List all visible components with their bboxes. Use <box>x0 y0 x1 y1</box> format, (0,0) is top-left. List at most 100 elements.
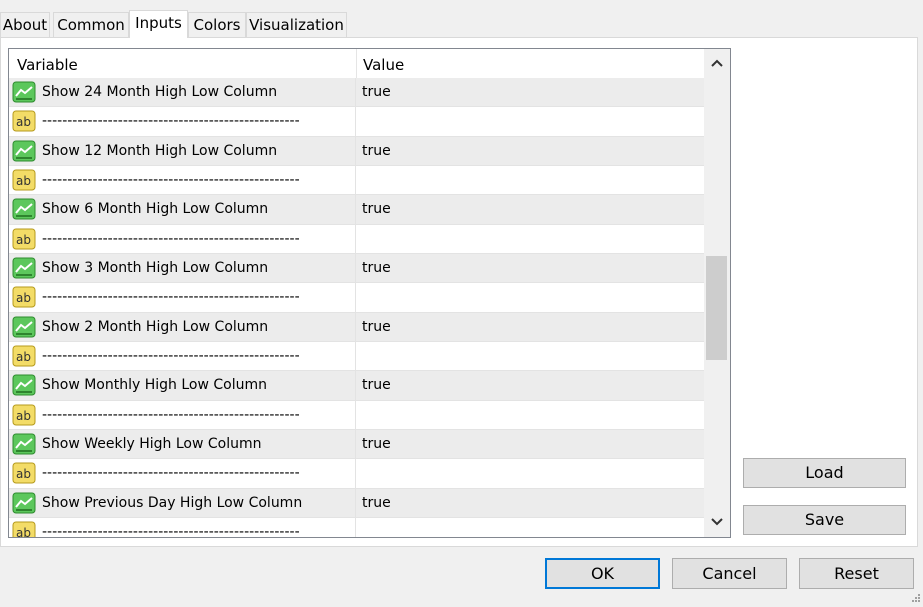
header-variable[interactable]: Variable <box>9 49 356 78</box>
variable-cell[interactable]: Show 2 Month High Low Column <box>9 312 356 341</box>
ab-text-icon: ab <box>12 286 36 308</box>
value-cell[interactable]: true <box>362 195 391 224</box>
input-row-separator[interactable]: ab --------------------------------------… <box>9 283 704 313</box>
value-cell[interactable]: true <box>362 430 391 459</box>
tab-colors[interactable]: Colors <box>188 12 246 37</box>
input-row-separator[interactable]: ab --------------------------------------… <box>9 400 704 430</box>
variable-cell[interactable]: Show Previous Day High Low Column <box>9 488 356 517</box>
grid-rows: Show 24 Month High Low Column true ab -----… <box>9 78 704 538</box>
tab-strip: About Common Inputs Colors Visualization <box>0 10 923 38</box>
variable-cell[interactable]: Show 6 Month High Low Column <box>9 195 356 224</box>
variable-cell[interactable]: Show Weekly High Low Column <box>9 429 356 459</box>
input-row-bool[interactable]: Show 6 Month High Low Column true <box>9 195 704 225</box>
variable-label: Show 2 Month High Low Column <box>42 318 269 335</box>
load-button[interactable]: Load <box>743 458 906 488</box>
cancel-button[interactable]: Cancel <box>672 558 787 589</box>
variable-cell[interactable]: ab --------------------------------------… <box>9 517 356 538</box>
variable-label: ----------------------------------------… <box>42 289 300 306</box>
variable-cell[interactable]: ab --------------------------------------… <box>9 224 356 253</box>
input-row-separator[interactable]: ab --------------------------------------… <box>9 224 704 254</box>
variable-cell[interactable]: ab --------------------------------------… <box>9 165 356 195</box>
ok-button[interactable]: OK <box>545 558 660 589</box>
variable-cell[interactable]: ab --------------------------------------… <box>9 107 356 136</box>
svg-text:ab: ab <box>16 526 31 538</box>
resize-grip-icon[interactable] <box>911 588 921 602</box>
variable-label: ----------------------------------------… <box>42 113 300 130</box>
value-cell[interactable]: true <box>362 78 391 107</box>
input-row-separator[interactable]: ab --------------------------------------… <box>9 341 704 372</box>
variable-label: ----------------------------------------… <box>42 347 300 364</box>
svg-text:ab: ab <box>16 409 31 423</box>
input-row-bool[interactable]: Show Previous Day High Low Column true <box>9 488 704 518</box>
variable-label: ----------------------------------------… <box>42 523 300 538</box>
ab-text-icon: ab <box>12 345 36 367</box>
ab-text-icon: ab <box>12 228 36 250</box>
tab-visualization[interactable]: Visualization <box>246 12 347 37</box>
variable-cell[interactable]: ab --------------------------------------… <box>9 459 356 488</box>
variable-cell[interactable]: ab --------------------------------------… <box>9 400 356 429</box>
svg-text:ab: ab <box>16 115 31 129</box>
input-row-separator[interactable]: ab --------------------------------------… <box>9 165 704 196</box>
svg-text:ab: ab <box>16 350 31 364</box>
chart-line-icon <box>12 257 36 279</box>
input-row-bool[interactable]: Show 3 Month High Low Column true <box>9 253 704 284</box>
variable-cell[interactable]: Show 12 Month High Low Column <box>9 136 356 165</box>
input-row-bool[interactable]: Show Weekly High Low Column true <box>9 429 704 460</box>
value-cell[interactable]: true <box>362 489 391 518</box>
variable-cell[interactable]: Show 24 Month High Low Column <box>9 78 356 107</box>
svg-text:ab: ab <box>16 467 31 481</box>
ab-text-icon: ab <box>12 462 36 484</box>
svg-text:ab: ab <box>16 291 31 305</box>
variable-label: Show 3 Month High Low Column <box>42 259 269 276</box>
input-row-separator[interactable]: ab --------------------------------------… <box>9 459 704 489</box>
variable-label: ----------------------------------------… <box>42 406 300 423</box>
value-cell[interactable]: true <box>362 313 391 342</box>
input-row-bool[interactable]: Show 12 Month High Low Column true <box>9 136 704 166</box>
variable-label: Show 12 Month High Low Column <box>42 142 278 159</box>
header-value[interactable]: Value <box>356 49 704 78</box>
variable-cell[interactable]: ab --------------------------------------… <box>9 341 356 371</box>
tab-common[interactable]: Common <box>53 12 129 37</box>
scrollbar-thumb[interactable] <box>706 256 727 360</box>
variable-label: ----------------------------------------… <box>42 171 300 188</box>
reset-button[interactable]: Reset <box>799 558 914 589</box>
chart-line-icon <box>12 316 36 338</box>
value-cell[interactable]: true <box>362 254 391 283</box>
tab-inputs[interactable]: Inputs <box>129 10 188 38</box>
scroll-down-icon[interactable] <box>704 509 730 535</box>
chart-line-icon <box>12 198 36 220</box>
variable-label: Show Weekly High Low Column <box>42 435 262 452</box>
input-row-bool[interactable]: Show 24 Month High Low Column true <box>9 78 704 108</box>
ab-text-icon: ab <box>12 521 36 538</box>
ab-text-icon: ab <box>12 169 36 191</box>
variable-label: ----------------------------------------… <box>42 230 300 247</box>
chart-line-icon <box>12 374 36 396</box>
input-row-separator[interactable]: ab --------------------------------------… <box>9 517 704 538</box>
input-row-bool[interactable]: Show 2 Month High Low Column true <box>9 312 704 342</box>
chart-line-icon <box>12 140 36 162</box>
chart-line-icon <box>12 433 36 455</box>
value-cell[interactable]: true <box>362 371 391 400</box>
variable-cell[interactable]: Show Monthly High Low Column <box>9 371 356 400</box>
variable-label: Show 6 Month High Low Column <box>42 201 269 218</box>
scroll-up-icon[interactable] <box>704 50 730 76</box>
variable-label: Show Monthly High Low Column <box>42 377 267 394</box>
tab-about[interactable]: About <box>0 12 50 37</box>
input-row-bool[interactable]: Show Monthly High Low Column true <box>9 371 704 401</box>
ab-text-icon: ab <box>12 110 36 132</box>
input-row-separator[interactable]: ab --------------------------------------… <box>9 107 704 137</box>
save-button[interactable]: Save <box>743 505 906 535</box>
variable-label: Show 24 Month High Low Column <box>42 84 278 100</box>
variable-label: ----------------------------------------… <box>42 465 300 482</box>
variable-cell[interactable]: Show 3 Month High Low Column <box>9 253 356 283</box>
chart-line-icon <box>12 492 36 514</box>
svg-text:ab: ab <box>16 233 31 247</box>
variable-label: Show Previous Day High Low Column <box>42 494 303 511</box>
variable-cell[interactable]: ab --------------------------------------… <box>9 283 356 312</box>
vertical-scrollbar[interactable] <box>704 49 730 537</box>
svg-text:ab: ab <box>16 174 31 188</box>
grid-header: Variable Value <box>9 49 704 78</box>
inputs-grid: Variable Value Show 24 Month High Low Co… <box>8 48 731 538</box>
chart-line-icon <box>12 81 36 103</box>
value-cell[interactable]: true <box>362 137 391 166</box>
